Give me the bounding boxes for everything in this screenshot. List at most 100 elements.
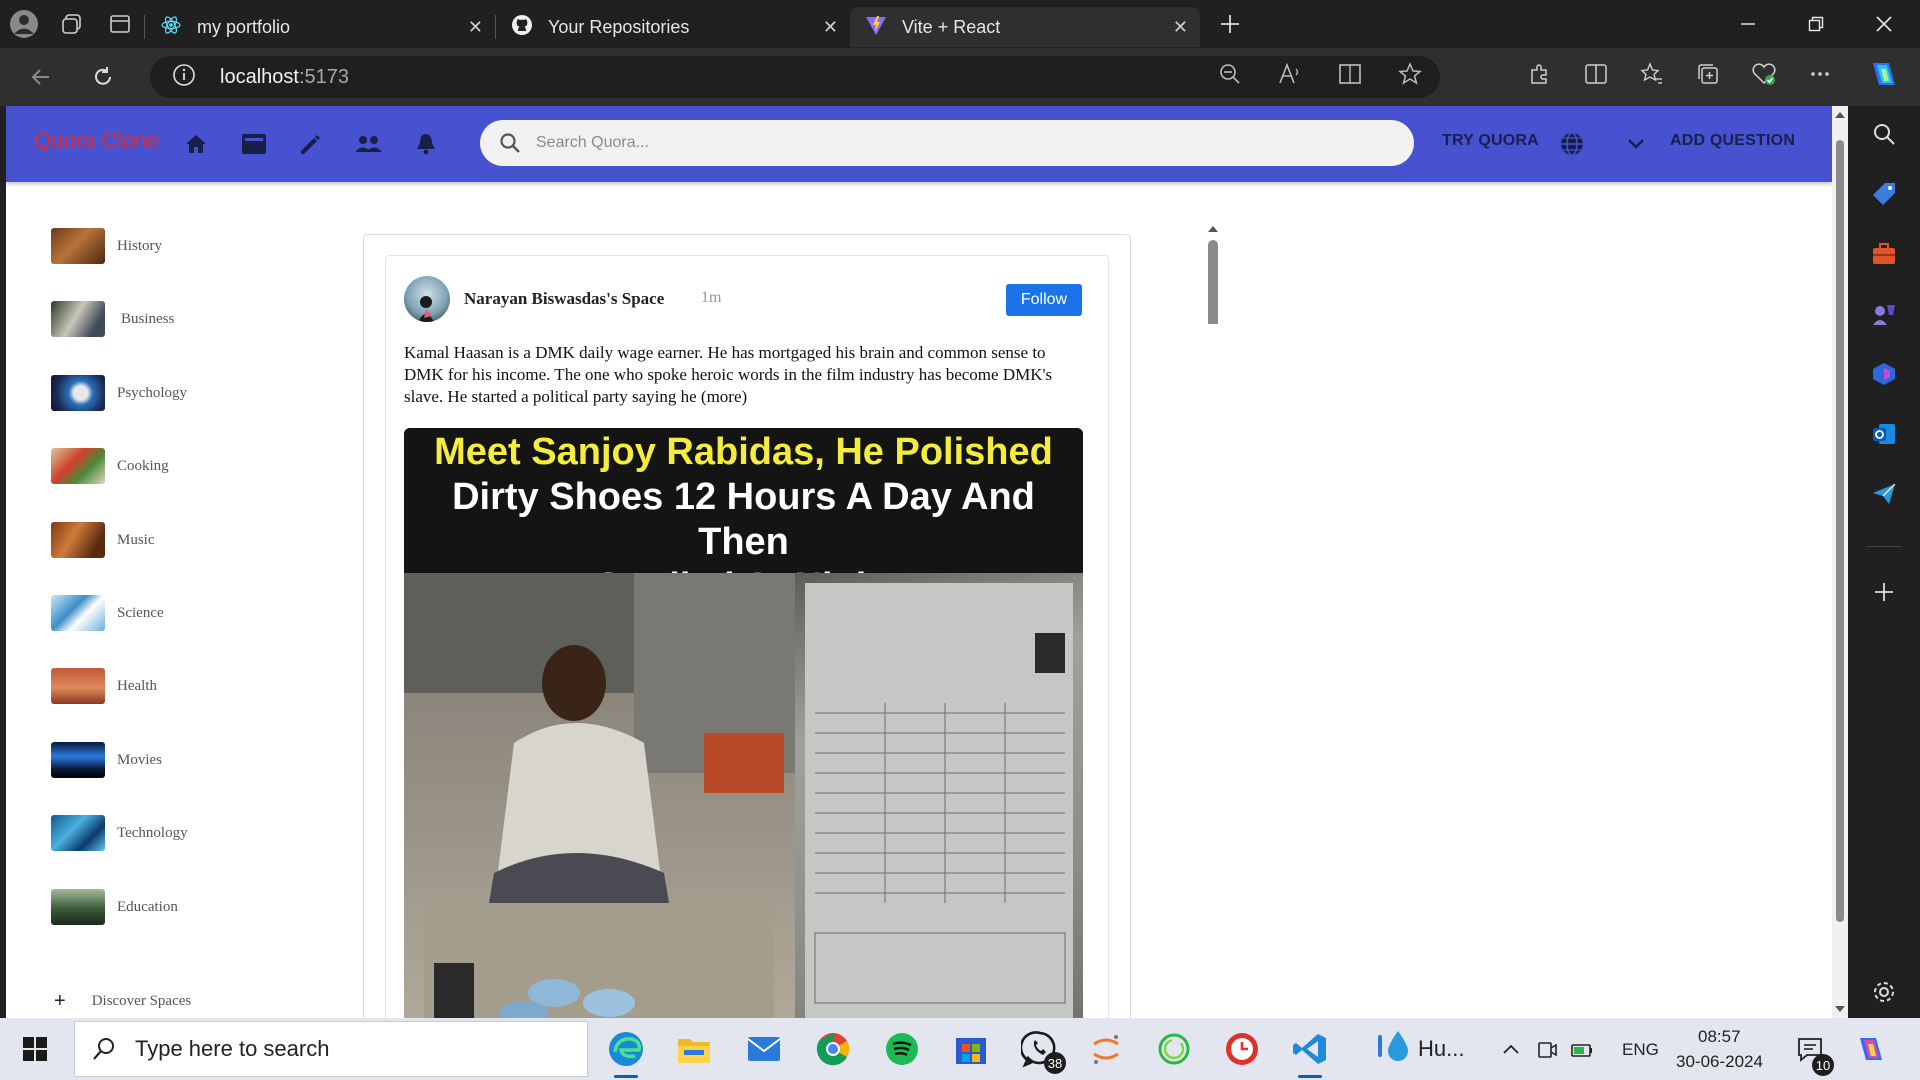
sidebar-item-education[interactable]: Education	[51, 887, 178, 927]
follow-button[interactable]: Follow	[1006, 284, 1082, 316]
copilot-icon[interactable]	[1848, 59, 1920, 95]
send-telegram-icon[interactable]	[1848, 470, 1920, 518]
post-timestamp: 1m	[701, 289, 722, 306]
show-hidden-icons-chevron-icon[interactable]	[1494, 1026, 1528, 1072]
search-bar[interactable]	[480, 120, 1414, 166]
clock-time[interactable]: 08:57	[1698, 1027, 1741, 1047]
education-thumbnail	[51, 889, 105, 925]
feed-container: Narayan Biswasdas's Space 1m Follow Kama…	[363, 234, 1131, 1018]
discover-spaces-link[interactable]: + Discover Spaces	[54, 990, 191, 1013]
vscode-icon[interactable]	[1282, 1026, 1338, 1078]
following-icon[interactable]	[234, 124, 274, 164]
zoom-out-icon[interactable]	[1200, 63, 1260, 91]
marksheet-photo	[795, 573, 1083, 1018]
close-tab-icon[interactable]: ✕	[468, 17, 483, 38]
battery-network-icon[interactable]	[1566, 1026, 1600, 1072]
site-info-icon[interactable]	[162, 63, 206, 92]
sidebar-item-science[interactable]: Science	[51, 593, 164, 633]
sidebar-settings-gear-icon[interactable]	[1848, 968, 1920, 1016]
input-language-indicator[interactable]: ENG	[1622, 1040, 1659, 1060]
jupyter-icon[interactable]	[1078, 1026, 1134, 1072]
close-window-icon[interactable]	[1852, 0, 1916, 48]
refresh-icon[interactable]	[78, 52, 128, 102]
favorites-icon[interactable]	[1624, 62, 1680, 92]
shopping-tag-icon[interactable]	[1848, 170, 1920, 218]
minimize-icon[interactable]	[1716, 0, 1780, 48]
read-aloud-icon[interactable]	[1260, 62, 1320, 91]
taskbar-search-box[interactable]: Type here to search	[74, 1021, 588, 1077]
spaces-icon[interactable]	[348, 124, 388, 164]
profile-icon[interactable]	[0, 0, 48, 48]
author-avatar[interactable]	[404, 276, 450, 322]
browser-tab-your-repositories[interactable]: Your Repositories ✕	[496, 7, 850, 47]
mail-icon[interactable]	[736, 1026, 792, 1072]
page-viewport: Quora Clone TRY QUORA ADD QUES	[6, 106, 1832, 1018]
feed-scrollbar[interactable]	[1206, 224, 1220, 1018]
address-bar[interactable]: localhost:5173	[150, 56, 1440, 98]
add-sidebar-app-icon[interactable]	[1848, 568, 1920, 616]
games-icon[interactable]	[1848, 290, 1920, 338]
spotify-icon[interactable]	[874, 1026, 930, 1072]
workspaces-icon[interactable]	[48, 0, 96, 48]
author-name[interactable]: Narayan Biswasdas's Space	[464, 289, 664, 309]
favorite-star-icon[interactable]	[1380, 62, 1440, 92]
sidebar-item-cooking[interactable]: Cooking	[51, 446, 169, 486]
page-scrollbar[interactable]	[1832, 106, 1848, 1018]
browser-tab-my-portfolio[interactable]: my portfolio ✕	[145, 7, 495, 47]
windows-start-icon[interactable]	[0, 1018, 70, 1080]
post-image[interactable]: Meet Sanjoy Rabidas, He Polished Dirty S…	[404, 428, 1083, 1018]
microsoft-365-icon[interactable]	[1848, 350, 1920, 398]
try-quora-button[interactable]: TRY QUORA	[1442, 132, 1539, 150]
extensions-icon[interactable]	[1512, 62, 1568, 92]
browser-toolbar-right	[1512, 48, 1920, 106]
collections-icon[interactable]	[1680, 62, 1736, 92]
search-icon[interactable]	[1848, 110, 1920, 158]
notifications-icon[interactable]	[406, 124, 446, 164]
chrome-icon[interactable]	[805, 1026, 861, 1072]
url-host: localhost	[220, 65, 299, 88]
immersive-reader-icon[interactable]	[1320, 63, 1380, 91]
post-body-text[interactable]: Kamal Haasan is a DMK daily wage earner.…	[404, 342, 1084, 408]
back-icon[interactable]	[16, 52, 66, 102]
weather-widget[interactable]: Hu...	[1372, 1026, 1482, 1072]
sidebar-item-movies[interactable]: Movies	[51, 740, 162, 780]
edge-taskbar-icon[interactable]	[598, 1026, 654, 1078]
meet-now-icon[interactable]	[1530, 1026, 1564, 1072]
close-tab-icon[interactable]: ✕	[1173, 17, 1188, 38]
restore-icon[interactable]	[1784, 0, 1848, 48]
notifications-center-icon[interactable]: 10	[1788, 1026, 1834, 1076]
address-bar-actions	[1200, 56, 1440, 98]
browser-tab-vite-react[interactable]: Vite + React ✕	[850, 7, 1200, 47]
sidebar-item-psychology[interactable]: Psychology	[51, 373, 187, 413]
sidebar-item-business[interactable]: Business	[51, 299, 174, 339]
sidebar-item-music[interactable]: Music	[51, 520, 155, 560]
whatsapp-icon[interactable]: 38	[1012, 1026, 1068, 1074]
whatsapp-unread-badge: 38	[1044, 1052, 1066, 1074]
refresh-circle-app-icon[interactable]	[1146, 1026, 1202, 1072]
logo[interactable]: Quora Clone	[34, 128, 159, 154]
add-question-button[interactable]: ADD QUESTION	[1670, 132, 1795, 150]
copilot-taskbar-icon[interactable]	[1846, 1026, 1896, 1072]
health-thumbnail	[51, 668, 105, 704]
new-tab-icon[interactable]	[1206, 0, 1254, 48]
business-thumbnail	[51, 301, 105, 337]
tools-briefcase-icon[interactable]	[1848, 230, 1920, 278]
sidebar-item-technology[interactable]: Technology	[51, 813, 188, 853]
browser-essentials-icon[interactable]	[1736, 62, 1792, 92]
clock-date[interactable]: 30-06-2024	[1676, 1052, 1763, 1072]
search-input[interactable]	[536, 134, 1396, 152]
clock-app-icon[interactable]	[1214, 1026, 1270, 1072]
sidebar-item-health[interactable]: Health	[51, 666, 157, 706]
home-icon[interactable]	[176, 124, 216, 164]
sidebar-item-history[interactable]: History	[51, 226, 162, 266]
outlook-icon[interactable]	[1848, 410, 1920, 458]
microsoft-store-icon[interactable]	[943, 1026, 999, 1072]
tab-actions-icon[interactable]	[96, 0, 144, 48]
language-globe-icon[interactable]	[1558, 130, 1586, 158]
answer-icon[interactable]	[291, 124, 331, 164]
split-screen-icon[interactable]	[1568, 62, 1624, 92]
more-options-icon[interactable]	[1792, 62, 1848, 92]
close-tab-icon[interactable]: ✕	[823, 17, 838, 38]
chevron-down-icon[interactable]	[1624, 132, 1648, 156]
file-explorer-icon[interactable]	[666, 1026, 722, 1072]
